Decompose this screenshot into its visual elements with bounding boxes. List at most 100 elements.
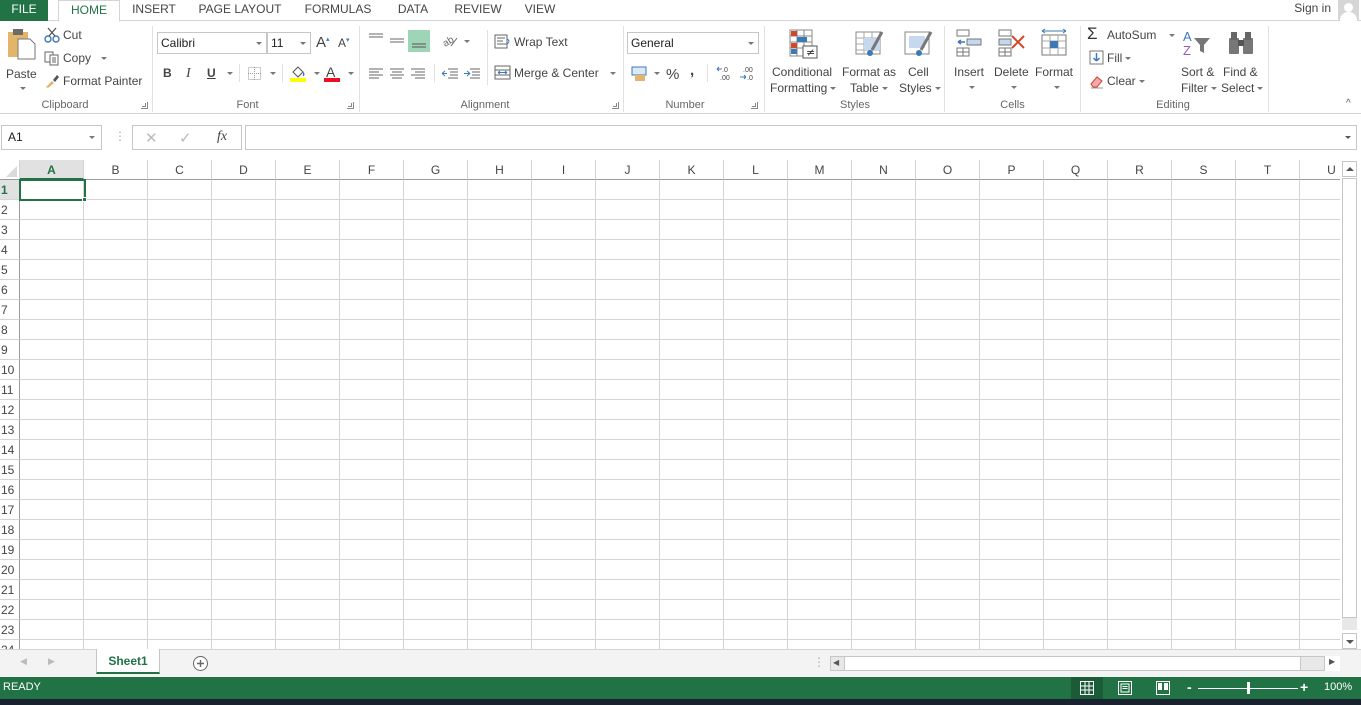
cell-u1[interactable] bbox=[1300, 180, 1340, 200]
cell-j6[interactable] bbox=[596, 280, 660, 300]
cell-m14[interactable] bbox=[788, 440, 852, 460]
cell-m24[interactable] bbox=[788, 640, 852, 649]
bold-button[interactable]: B bbox=[163, 66, 172, 80]
cell-u20[interactable] bbox=[1300, 560, 1340, 580]
cell-k20[interactable] bbox=[660, 560, 724, 580]
cell-d8[interactable] bbox=[212, 320, 276, 340]
font-color-icon[interactable]: A bbox=[323, 64, 341, 82]
cell-u23[interactable] bbox=[1300, 620, 1340, 640]
cell-u17[interactable] bbox=[1300, 500, 1340, 520]
cell-i15[interactable] bbox=[532, 460, 596, 480]
cell-q3[interactable] bbox=[1044, 220, 1108, 240]
cell-m17[interactable] bbox=[788, 500, 852, 520]
cell-c14[interactable] bbox=[148, 440, 212, 460]
cell-c20[interactable] bbox=[148, 560, 212, 580]
cell-s11[interactable] bbox=[1172, 380, 1236, 400]
cell-s14[interactable] bbox=[1172, 440, 1236, 460]
cell-c19[interactable] bbox=[148, 540, 212, 560]
column-header-m[interactable]: M bbox=[788, 160, 852, 180]
cell-o11[interactable] bbox=[916, 380, 980, 400]
cell-j1[interactable] bbox=[596, 180, 660, 200]
fill-color-icon[interactable] bbox=[289, 64, 307, 82]
cell-o20[interactable] bbox=[916, 560, 980, 580]
cell-n19[interactable] bbox=[852, 540, 916, 560]
scroll-up-button[interactable] bbox=[1342, 161, 1357, 177]
cell-d21[interactable] bbox=[212, 580, 276, 600]
cell-p3[interactable] bbox=[980, 220, 1044, 240]
cell-f21[interactable] bbox=[340, 580, 404, 600]
cell-a7[interactable] bbox=[20, 300, 84, 320]
format-cells-button[interactable]: Format bbox=[1034, 26, 1076, 96]
scroll-down-button[interactable] bbox=[1342, 633, 1357, 649]
cell-s20[interactable] bbox=[1172, 560, 1236, 580]
cell-t19[interactable] bbox=[1236, 540, 1300, 560]
cell-o15[interactable] bbox=[916, 460, 980, 480]
cell-i21[interactable] bbox=[532, 580, 596, 600]
cell-n6[interactable] bbox=[852, 280, 916, 300]
cell-p23[interactable] bbox=[980, 620, 1044, 640]
cell-g17[interactable] bbox=[404, 500, 468, 520]
decrease-indent-icon[interactable] bbox=[441, 67, 459, 81]
cell-h7[interactable] bbox=[468, 300, 532, 320]
cell-g6[interactable] bbox=[404, 280, 468, 300]
cell-f19[interactable] bbox=[340, 540, 404, 560]
cell-k16[interactable] bbox=[660, 480, 724, 500]
cell-b3[interactable] bbox=[84, 220, 148, 240]
column-header-g[interactable]: G bbox=[404, 160, 468, 180]
cell-t10[interactable] bbox=[1236, 360, 1300, 380]
cell-k2[interactable] bbox=[660, 200, 724, 220]
cell-a11[interactable] bbox=[20, 380, 84, 400]
cell-u15[interactable] bbox=[1300, 460, 1340, 480]
cell-r7[interactable] bbox=[1108, 300, 1172, 320]
cell-k14[interactable] bbox=[660, 440, 724, 460]
cell-d16[interactable] bbox=[212, 480, 276, 500]
decrease-decimal-icon[interactable]: .00 .0 bbox=[739, 65, 757, 83]
cell-t17[interactable] bbox=[1236, 500, 1300, 520]
cell-b21[interactable] bbox=[84, 580, 148, 600]
formula-bar-grip-icon[interactable]: ⋮ bbox=[114, 129, 126, 143]
normal-view-button[interactable] bbox=[1071, 677, 1103, 699]
cell-d24[interactable] bbox=[212, 640, 276, 649]
cell-l7[interactable] bbox=[724, 300, 788, 320]
font-color-dropdown-arrow[interactable] bbox=[348, 72, 354, 75]
cell-g11[interactable] bbox=[404, 380, 468, 400]
cell-q6[interactable] bbox=[1044, 280, 1108, 300]
row-header-10[interactable]: 10 bbox=[0, 360, 20, 380]
cell-l12[interactable] bbox=[724, 400, 788, 420]
cell-r1[interactable] bbox=[1108, 180, 1172, 200]
cell-s10[interactable] bbox=[1172, 360, 1236, 380]
cell-o1[interactable] bbox=[916, 180, 980, 200]
cell-q22[interactable] bbox=[1044, 600, 1108, 620]
column-header-i[interactable]: I bbox=[532, 160, 596, 180]
cell-p8[interactable] bbox=[980, 320, 1044, 340]
cell-u10[interactable] bbox=[1300, 360, 1340, 380]
cell-i18[interactable] bbox=[532, 520, 596, 540]
cell-r5[interactable] bbox=[1108, 260, 1172, 280]
cell-g12[interactable] bbox=[404, 400, 468, 420]
cell-h1[interactable] bbox=[468, 180, 532, 200]
cell-g24[interactable] bbox=[404, 640, 468, 649]
cell-p10[interactable] bbox=[980, 360, 1044, 380]
cell-i1[interactable] bbox=[532, 180, 596, 200]
cell-l13[interactable] bbox=[724, 420, 788, 440]
cell-g16[interactable] bbox=[404, 480, 468, 500]
cell-m10[interactable] bbox=[788, 360, 852, 380]
cell-r4[interactable] bbox=[1108, 240, 1172, 260]
cell-j14[interactable] bbox=[596, 440, 660, 460]
horizontal-scrollbar[interactable]: ◀ ▶ bbox=[830, 656, 1340, 671]
cell-b10[interactable] bbox=[84, 360, 148, 380]
paste-button[interactable]: Paste bbox=[4, 26, 38, 90]
cell-b11[interactable] bbox=[84, 380, 148, 400]
cell-e8[interactable] bbox=[276, 320, 340, 340]
cell-c1[interactable] bbox=[148, 180, 212, 200]
cell-e16[interactable] bbox=[276, 480, 340, 500]
cell-k7[interactable] bbox=[660, 300, 724, 320]
cell-c3[interactable] bbox=[148, 220, 212, 240]
cell-j9[interactable] bbox=[596, 340, 660, 360]
orientation-dropdown-arrow[interactable] bbox=[464, 40, 470, 43]
cell-e21[interactable] bbox=[276, 580, 340, 600]
cell-f1[interactable] bbox=[340, 180, 404, 200]
cell-n4[interactable] bbox=[852, 240, 916, 260]
cell-m7[interactable] bbox=[788, 300, 852, 320]
orientation-icon[interactable]: ab bbox=[441, 32, 463, 48]
